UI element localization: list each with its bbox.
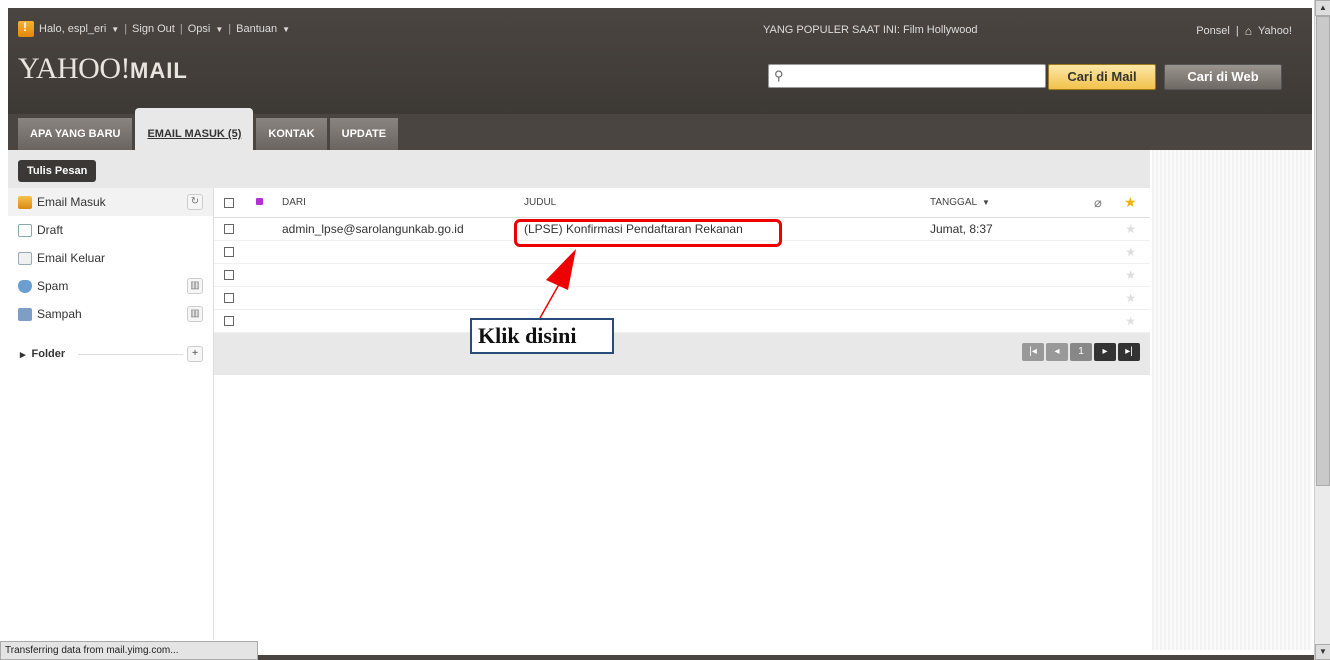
annotation-callout: Klik disini <box>470 318 614 354</box>
scrollbar[interactable]: ▲ ▼ <box>1314 0 1330 660</box>
scroll-up-icon[interactable]: ▲ <box>1315 0 1330 16</box>
scroll-down-icon[interactable]: ▼ <box>1315 644 1330 660</box>
arrow-annotation <box>539 249 576 319</box>
scroll-thumb[interactable] <box>1316 16 1330 486</box>
status-bar: Transferring data from mail.yimg.com... <box>0 641 258 660</box>
bottom-bar <box>258 655 1314 660</box>
